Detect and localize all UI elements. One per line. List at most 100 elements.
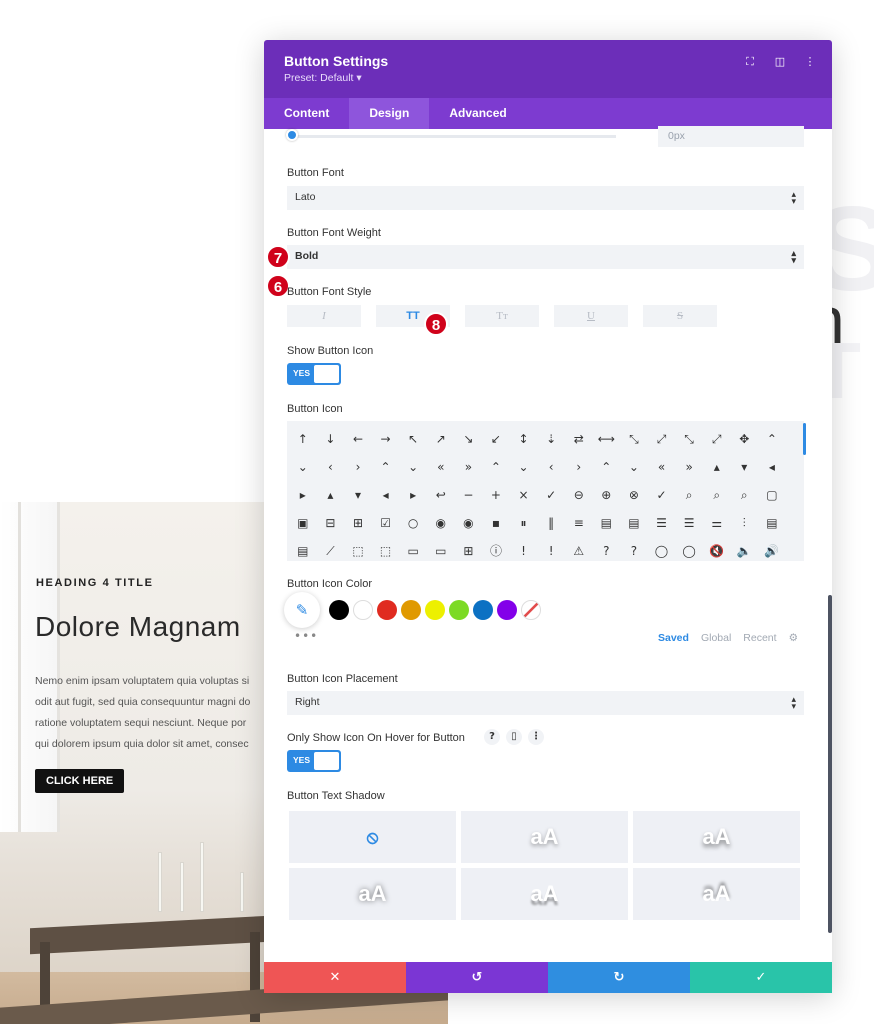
icon-option[interactable]: ☰ (648, 509, 676, 537)
smallcaps-button[interactable]: Tт (465, 305, 539, 327)
icon-option[interactable]: ⌕ (703, 481, 731, 509)
icon-option[interactable]: ? (620, 537, 648, 565)
slider-track[interactable] (290, 135, 616, 138)
icon-option[interactable]: ☰ (675, 509, 703, 537)
icon-option[interactable]: ⟷ (593, 425, 621, 453)
icon-option[interactable]: ▤ (593, 509, 621, 537)
icon-option[interactable]: ⌄ (289, 453, 317, 481)
shadow-preset[interactable]: aA (289, 868, 456, 920)
icon-option[interactable]: ✓ (537, 481, 565, 509)
icon-option[interactable]: ↑ (289, 425, 317, 453)
icon-option[interactable]: 🔇 (703, 537, 731, 565)
icon-option[interactable]: ⌄ (510, 453, 538, 481)
icon-option[interactable]: ↙ (482, 425, 510, 453)
icon-option[interactable]: ◯ (675, 537, 703, 565)
icon-option[interactable]: ⌕ (731, 481, 759, 509)
icon-option[interactable]: ⌄ (399, 453, 427, 481)
icon-grid-scroll-indicator[interactable] (803, 423, 806, 455)
letter-spacing-slider[interactable]: 0px (264, 126, 832, 149)
hero-cta-button[interactable]: CLICK HERE (35, 769, 125, 793)
icon-option[interactable]: ▾ (344, 481, 372, 509)
icon-option[interactable]: ⤡ (675, 425, 703, 453)
color-swatch[interactable] (497, 600, 517, 620)
icon-option[interactable]: ↗ (427, 425, 455, 453)
close-icon[interactable]: ✕ (264, 962, 406, 993)
icon-option[interactable]: 🔈 (731, 537, 759, 565)
icon-option[interactable]: ⌃ (758, 425, 786, 453)
italic-button[interactable]: I (287, 305, 361, 327)
icon-option[interactable]: ! (537, 537, 565, 565)
icon-option[interactable]: ⊕ (593, 481, 621, 509)
icon-option[interactable]: ⫶ (731, 509, 759, 537)
eyedropper-icon[interactable]: ✎ (284, 592, 320, 628)
only-show-icon-hover-toggle[interactable]: YES (287, 750, 341, 772)
icon-option[interactable]: ⬚ (372, 537, 400, 565)
icon-option[interactable]: › (565, 453, 593, 481)
shadow-preset[interactable]: aA (461, 868, 628, 920)
icon-option[interactable]: ◂ (758, 453, 786, 481)
tab-advanced[interactable]: Advanced (429, 98, 526, 129)
icon-option[interactable]: ↖ (399, 425, 427, 453)
icon-option[interactable]: ⟋ (317, 537, 345, 565)
shadow-preset[interactable]: aA (633, 811, 800, 863)
icon-option[interactable]: ▸ (289, 481, 317, 509)
icon-option[interactable]: − (455, 481, 483, 509)
icon-option[interactable]: ○ (399, 509, 427, 537)
color-swatch[interactable] (425, 600, 445, 620)
icon-option[interactable]: ⊟ (317, 509, 345, 537)
icon-option[interactable]: ⤡ (620, 425, 648, 453)
recent-colors-tab[interactable]: Recent (743, 632, 776, 644)
color-swatch[interactable] (377, 600, 397, 620)
icon-option[interactable]: ⬚ (344, 537, 372, 565)
icon-option[interactable]: ▴ (317, 481, 345, 509)
icon-option[interactable]: ⤢ (648, 425, 676, 453)
icon-option[interactable]: ! (510, 537, 538, 565)
icon-option[interactable]: ⊞ (344, 509, 372, 537)
help-icon[interactable]: ? (484, 729, 500, 745)
icon-option[interactable]: » (675, 453, 703, 481)
color-swatch[interactable] (401, 600, 421, 620)
icon-option[interactable]: ⏸ (510, 509, 538, 537)
icon-option[interactable]: ‖ (537, 509, 565, 537)
icon-option[interactable]: ◂ (372, 481, 400, 509)
checkmark-icon[interactable]: ✓ (690, 962, 832, 993)
icon-picker-grid[interactable]: ↑ ↓ ← → ↖ ↗ ↘ ↙ ↕ ⇣ ⇄ ⟷ ⤡ ⤢ ⤡ ⤢ ✥ ⌃ ⌄ ‹ › ⌃ ⌄ «» ⌃ ⌄ ‹ › ⌃ ⌄ «» ▴ ▾ ◂ ▸ ▴ ▾ ◂… (287, 421, 806, 561)
modal-header[interactable]: Button Settings Preset: Default ▾ ⛶ ◫ ⋮ (264, 40, 832, 98)
no-shadow-option[interactable]: ⦸ (289, 811, 456, 863)
icon-option[interactable]: ← (344, 425, 372, 453)
icon-option[interactable]: ⌃ (593, 453, 621, 481)
icon-option[interactable]: ▾ (731, 453, 759, 481)
icon-option[interactable]: ⓘ (482, 537, 510, 565)
icon-option[interactable]: ▭ (399, 537, 427, 565)
icon-option[interactable]: ↕ (510, 425, 538, 453)
icon-option[interactable]: ⊞ (455, 537, 483, 565)
icon-option[interactable]: ‹ (537, 453, 565, 481)
icon-option[interactable]: → (372, 425, 400, 453)
icon-option[interactable]: ▣ (289, 509, 317, 537)
more-options-icon[interactable]: ⋮ (804, 56, 816, 68)
strikethrough-button[interactable]: S (643, 305, 717, 327)
icon-option[interactable]: ▤ (620, 509, 648, 537)
color-swatch[interactable] (329, 600, 349, 620)
icon-option[interactable]: » (455, 453, 483, 481)
icon-option[interactable]: ⌄ (620, 453, 648, 481)
icon-option[interactable]: › (344, 453, 372, 481)
icon-option[interactable]: 🔊 (758, 537, 786, 565)
shadow-preset[interactable]: aA (461, 811, 628, 863)
more-colors-icon[interactable]: ••• (294, 629, 318, 643)
icon-option[interactable]: « (648, 453, 676, 481)
icon-option[interactable]: ▭ (427, 537, 455, 565)
global-colors-tab[interactable]: Global (701, 632, 731, 644)
icon-option[interactable]: ⊗ (620, 481, 648, 509)
slider-value-input[interactable]: 0px (658, 126, 804, 147)
icon-option[interactable]: ✓ (648, 481, 676, 509)
scrollbar[interactable] (828, 595, 832, 933)
button-font-weight-select[interactable]: Bold ▴ ▾ (287, 245, 804, 269)
icon-option[interactable]: ☑ (372, 509, 400, 537)
icon-option[interactable]: + (482, 481, 510, 509)
icon-option[interactable]: ? (593, 537, 621, 565)
icon-option[interactable]: ◉ (455, 509, 483, 537)
tab-design[interactable]: Design (349, 98, 430, 129)
icon-option[interactable]: ⚠ (565, 537, 593, 565)
color-swatch[interactable] (353, 600, 373, 620)
